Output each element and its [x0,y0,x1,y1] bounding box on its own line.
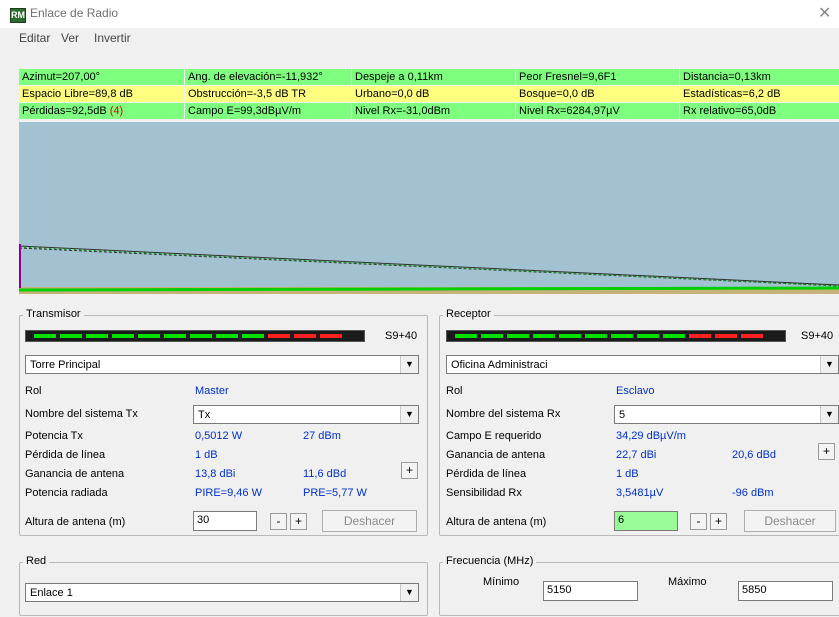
rx-system-label: Nombre del sistema Rx [446,408,561,420]
stat-losses-code: (4) [109,105,124,117]
tx-signal-meter [25,330,365,342]
stat-fresnel: Peor Fresnel=9,6F1 [516,69,679,85]
menu-invertir[interactable]: Invertir [94,31,131,45]
stat-statistics: Estadísticas=6,2 dB [680,86,839,102]
transmitter-label: Transmisor [23,308,84,320]
rx-height-plus-button[interactable]: + [710,513,727,530]
rx-height-label: Altura de antena (m) [446,516,547,528]
link-stats-panel: Azimut=207,00° Ang. de elevación=-11,932… [19,69,839,121]
tx-line-loss-value: 1 dB [195,449,218,461]
network-value: Enlace 1 [30,587,73,599]
tx-undo-button[interactable]: Deshacer [322,510,417,532]
rx-system-value: 5 [619,409,626,421]
rx-gain-plus-button[interactable]: + [818,443,835,460]
tx-gain-dbi: 13,8 dBi [195,468,236,480]
rx-field-value: 34,29 dBµV/m [616,430,686,442]
tx-line-loss-label: Pérdida de línea [25,449,106,461]
stat-rx-uv: Nivel Rx=6284,97µV [516,103,679,119]
rx-gain-dbi: 22,7 dBi [616,449,657,461]
tx-height-plus-button[interactable]: + [290,513,307,530]
freq-min-input[interactable]: 5150 [543,581,638,601]
rx-sensitivity-dbm: -96 dBm [732,487,774,499]
freq-max-label: Máximo [668,576,707,588]
tx-system-select[interactable]: Tx ▼ [193,405,419,424]
rx-height-minus-button[interactable]: - [690,513,707,530]
tx-gain-dbd: 11,6 dBd [303,468,347,480]
tx-height-minus-button[interactable]: - [270,513,287,530]
menu-editar[interactable]: Editar [19,31,50,45]
rx-gain-label: Ganancia de antena [446,449,546,461]
stat-losses: Pérdidas=92,5dB (4) [19,103,184,119]
title-bar [0,0,839,28]
tx-pre: PRE=5,77 W [303,487,367,499]
rx-station-select[interactable]: Oficina Administraci ▼ [446,355,839,374]
rx-sensitivity-uv: 3,5481µV [616,487,664,499]
rx-line-loss-value: 1 dB [616,468,639,480]
rx-field-label: Campo E requerido [446,430,542,442]
tx-role-label: Rol [25,385,42,397]
transmitter-group [19,315,428,536]
chevron-down-icon: ▼ [400,584,418,601]
rx-role-value: Esclavo [616,385,655,397]
tx-height-label: Altura de antena (m) [25,516,126,528]
chevron-down-icon: ▼ [820,356,838,373]
tx-power-dbm: 27 dBm [303,430,341,442]
stat-distance: Distancia=0,13km [680,69,839,85]
rx-signal-meter [446,330,786,342]
chevron-down-icon: ▼ [400,406,418,423]
tx-radiated-label: Potencia radiada [25,487,108,499]
close-icon[interactable]: ✕ [818,3,831,23]
rx-undo-button[interactable]: Deshacer [744,510,836,532]
tx-power-w: 0,5012 W [195,430,243,442]
stat-elevation: Ang. de elevación=-11,932° [185,69,351,85]
network-label: Red [23,555,50,567]
tx-role-value: Master [195,385,229,397]
rx-station-value: Oficina Administraci [451,359,548,371]
freq-min-label: Mínimo [483,576,520,588]
tx-pire: PIRE=9,46 W [195,487,262,499]
rx-role-label: Rol [446,385,463,397]
tx-station-value: Torre Principal [30,359,101,371]
tx-signal-value: S9+40 [385,330,418,342]
tx-system-value: Tx [198,409,211,421]
window-title: Enlace de Radio [30,6,119,20]
network-select[interactable]: Enlace 1 ▼ [25,583,419,602]
rx-system-select[interactable]: 5 ▼ [614,405,839,424]
receiver-group [439,315,839,536]
tx-station-select[interactable]: Torre Principal ▼ [25,355,419,374]
stat-free-space: Espacio Libre=89,8 dB [19,86,184,102]
app-icon: RM [10,8,26,23]
freq-max-input[interactable]: 5850 [738,581,833,601]
stat-obstruction: Obstrucción=-3,5 dB TR [185,86,351,102]
stat-urban: Urbano=0,0 dB [352,86,515,102]
rx-sensitivity-label: Sensibilidad Rx [446,487,522,499]
stat-forest: Bosque=0,0 dB [516,86,679,102]
tx-system-label: Nombre del sistema Tx [25,408,138,420]
receiver-label: Receptor [443,308,494,320]
frequency-label: Frecuencia (MHz) [443,555,537,567]
rx-signal-value: S9+40 [801,330,834,342]
stat-clearance: Despeje a 0,11km [352,69,515,85]
rx-line-loss-label: Pérdida de línea [446,468,527,480]
rx-height-input[interactable]: 6 [614,511,678,531]
terrain-profile[interactable] [19,122,839,294]
stat-rx-relative: Rx relativo=65,0dB [680,103,839,119]
tx-power-label: Potencia Tx [25,430,83,442]
rx-gain-dbd: 20,6 dBd [732,449,777,461]
tx-height-input[interactable]: 30 [193,511,257,531]
stat-rx-dbm: Nivel Rx=-31,0dBm [352,103,515,119]
stat-azimuth: Azimut=207,00° [19,69,184,85]
profile-graphic [19,244,839,294]
chevron-down-icon: ▼ [400,356,418,373]
menu-ver[interactable]: Ver [61,31,79,45]
stat-efield: Campo E=99,3dBµV/m [185,103,351,119]
chevron-down-icon: ▼ [820,406,838,423]
tx-gain-label: Ganancia de antena [25,468,125,480]
tx-gain-plus-button[interactable]: + [401,462,418,479]
